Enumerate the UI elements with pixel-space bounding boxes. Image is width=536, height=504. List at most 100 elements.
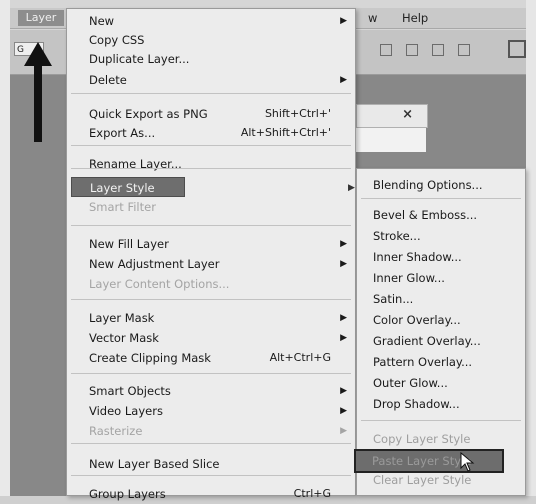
menu-item-new[interactable]: New ▶ <box>67 11 355 31</box>
submenu-item-label: Bevel & Emboss... <box>373 208 478 222</box>
submenu-separator <box>361 198 521 199</box>
submenu-item-label: Paste Layer Style <box>372 454 472 468</box>
menu-item-label: Layer Content Options... <box>89 277 230 291</box>
submenu-arrow-icon: ▶ <box>348 183 355 193</box>
submenu-item-bevel-emboss[interactable]: Bevel & Emboss... <box>357 205 525 226</box>
menu-item-export-as[interactable]: Export As... Alt+Shift+Ctrl+' <box>67 123 355 143</box>
submenu-item-label: Color Overlay... <box>373 313 461 327</box>
menu-item-new-fill-layer[interactable]: New Fill Layer ▶ <box>67 234 355 254</box>
menu-separator <box>71 93 351 94</box>
submenu-item-inner-glow[interactable]: Inner Glow... <box>357 268 525 289</box>
menu-item-label: New Fill Layer <box>89 237 169 251</box>
submenu-item-copy-layer-style: Copy Layer Style <box>357 429 525 450</box>
menu-item-rasterize: Rasterize ▶ <box>67 421 355 441</box>
submenu-item-label: Copy Layer Style <box>373 432 471 446</box>
submenu-arrow-icon: ▶ <box>340 406 347 416</box>
menu-item-new-layer-based-slice[interactable]: New Layer Based Slice <box>67 454 355 474</box>
submenu-arrow-icon: ▶ <box>340 313 347 323</box>
layer-menu: New ▶ Copy CSS Duplicate Layer... Delete ▶ Qui… <box>66 8 356 501</box>
submenu-arrow-icon: ▶ <box>340 259 347 269</box>
menu-item-label: New <box>89 14 115 28</box>
menu-item-label: Video Layers <box>89 404 163 418</box>
submenu-item-color-overlay[interactable]: Color Overlay... <box>357 310 525 331</box>
menu-item-label: Smart Objects <box>89 384 171 398</box>
mouse-cursor-icon <box>460 452 475 472</box>
submenu-item-label: Drop Shadow... <box>373 397 460 411</box>
menu-separator <box>71 475 351 476</box>
menu-help[interactable]: Help <box>402 10 428 26</box>
document-canvas <box>356 128 426 152</box>
submenu-arrow-icon: ▶ <box>340 426 347 436</box>
submenu-item-stroke[interactable]: Stroke... <box>357 226 525 247</box>
align-left-icon[interactable] <box>380 44 392 56</box>
menu-item-delete[interactable]: Delete ▶ <box>67 70 355 90</box>
menu-item-label: Layer Mask <box>89 311 155 325</box>
menu-item-shortcut: Alt+Shift+Ctrl+' <box>240 126 331 139</box>
submenu-item-inner-shadow[interactable]: Inner Shadow... <box>357 247 525 268</box>
menu-separator <box>71 443 351 444</box>
submenu-separator <box>361 420 521 421</box>
submenu-item-label: Clear Layer Style <box>373 473 472 487</box>
submenu-item-label: Satin... <box>373 292 414 306</box>
menu-item-label: New Adjustment Layer <box>89 257 220 271</box>
submenu-item-label: Inner Shadow... <box>373 250 462 264</box>
menu-layer[interactable]: Layer <box>18 10 64 26</box>
submenu-item-gradient-overlay[interactable]: Gradient Overlay... <box>357 331 525 352</box>
frame-edge-right <box>526 0 536 496</box>
submenu-item-label: Stroke... <box>373 229 421 243</box>
menu-item-label: Export As... <box>89 126 156 140</box>
menu-item-video-layers[interactable]: Video Layers ▶ <box>67 401 355 421</box>
menu-item-smart-filter: Smart Filter <box>67 197 355 217</box>
menu-item-label: Create Clipping Mask <box>89 351 211 365</box>
up-arrow-icon <box>24 42 52 142</box>
menu-item-vector-mask[interactable]: Vector Mask ▶ <box>67 328 355 348</box>
submenu-item-label: Gradient Overlay... <box>373 334 481 348</box>
menu-item-label: New Layer Based Slice <box>89 457 220 471</box>
menu-separator <box>71 145 351 146</box>
menu-item-label: Duplicate Layer... <box>89 52 190 66</box>
submenu-arrow-icon: ▶ <box>340 239 347 249</box>
frame-toggle-icon[interactable] <box>508 40 526 58</box>
menu-item-rename-layer[interactable]: Rename Layer... <box>67 154 355 174</box>
menu-item-create-clipping-mask[interactable]: Create Clipping Mask Alt+Ctrl+G <box>67 348 355 368</box>
layer-style-submenu: Blending Options... Bevel & Emboss... Stro… <box>354 168 526 496</box>
menu-item-group-layers[interactable]: Group Layers Ctrl+G <box>67 484 355 504</box>
submenu-item-drop-shadow[interactable]: Drop Shadow... <box>357 394 525 415</box>
menu-item-layer-mask[interactable]: Layer Mask ▶ <box>67 308 355 328</box>
submenu-item-label: Outer Glow... <box>373 376 448 390</box>
align-center-icon[interactable] <box>406 44 418 56</box>
menu-item-shortcut: Ctrl+G <box>293 487 331 500</box>
distribute-icon[interactable] <box>458 44 470 56</box>
menu-item-duplicate-layer[interactable]: Duplicate Layer... <box>67 49 355 69</box>
submenu-item-outer-glow[interactable]: Outer Glow... <box>357 373 525 394</box>
menu-separator <box>71 373 351 374</box>
menu-item-new-adjustment-layer[interactable]: New Adjustment Layer ▶ <box>67 254 355 274</box>
menu-item-label: Rasterize <box>89 424 143 438</box>
frame-edge-left <box>0 0 10 496</box>
menu-item-copy-css[interactable]: Copy CSS <box>67 30 355 50</box>
align-right-icon[interactable] <box>432 44 444 56</box>
menu-item-label: Delete <box>89 73 127 87</box>
menu-item-quick-export-as-png[interactable]: Quick Export as PNG Shift+Ctrl+' <box>67 104 355 124</box>
submenu-arrow-icon: ▶ <box>340 16 347 26</box>
menu-item-label: Group Layers <box>89 487 166 501</box>
submenu-item-satin[interactable]: Satin... <box>357 289 525 310</box>
submenu-item-pattern-overlay[interactable]: Pattern Overlay... <box>357 352 525 373</box>
submenu-item-clear-layer-style: Clear Layer Style <box>357 470 525 491</box>
menu-item-shortcut: Shift+Ctrl+' <box>264 107 331 120</box>
align-icons <box>380 44 470 56</box>
menu-item-layer-style[interactable]: Layer Style ▶ <box>71 177 355 197</box>
menu-item-label: Copy CSS <box>89 33 145 47</box>
menu-view[interactable]: w <box>368 10 377 26</box>
document-tab[interactable]: × <box>356 104 428 128</box>
submenu-item-label: Blending Options... <box>373 178 483 192</box>
close-icon[interactable]: × <box>402 107 413 122</box>
submenu-item-label: Inner Glow... <box>373 271 445 285</box>
submenu-arrow-icon: ▶ <box>340 75 347 85</box>
submenu-arrow-icon: ▶ <box>340 386 347 396</box>
menu-item-layer-content-options: Layer Content Options... <box>67 274 355 294</box>
menu-item-label: Layer Style <box>90 181 155 195</box>
menu-separator <box>71 168 351 169</box>
submenu-item-blending-options[interactable]: Blending Options... <box>357 175 525 196</box>
menu-item-smart-objects[interactable]: Smart Objects ▶ <box>67 381 355 401</box>
